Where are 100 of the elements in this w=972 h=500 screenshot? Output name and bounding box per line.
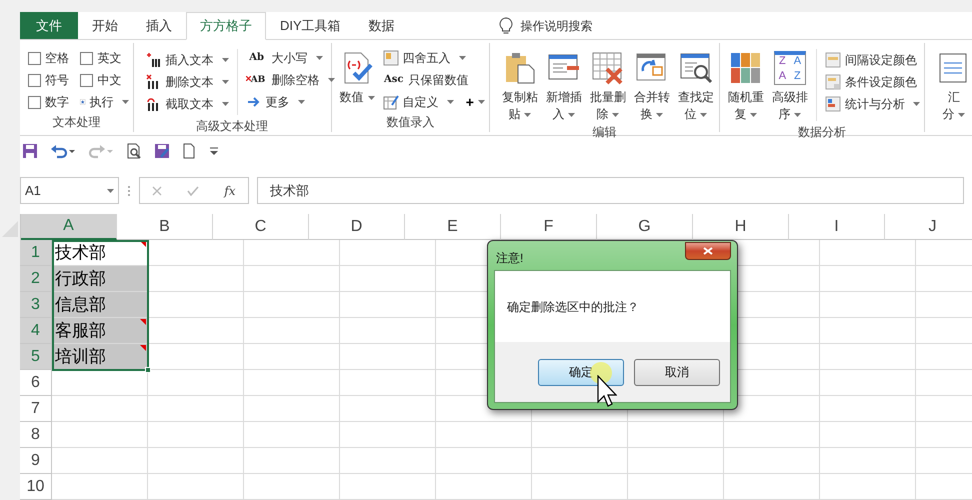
checkbox[interactable] xyxy=(28,52,41,65)
column-header[interactable]: A xyxy=(21,214,117,240)
row-header[interactable]: 7 xyxy=(20,396,52,422)
formula-input[interactable]: 技术部 xyxy=(257,177,964,204)
group-label: 文本处理 xyxy=(51,114,102,132)
ribbon-button[interactable]: 随机重 复 xyxy=(724,47,768,124)
caret-icon xyxy=(458,56,466,60)
tell-me-search[interactable]: 操作说明搜索 xyxy=(520,16,593,35)
column-header[interactable]: C xyxy=(213,214,309,240)
caret-icon xyxy=(107,188,114,192)
group-label: 数据分析 xyxy=(796,124,847,142)
ribbon-button[interactable]: Z A A Z 高级排 序 xyxy=(768,47,812,124)
caret-icon xyxy=(316,56,323,60)
ribbon-tab[interactable]: 开始 xyxy=(78,12,132,40)
ribbon-button[interactable]: 合并转 换 xyxy=(630,47,674,124)
ribbon-tab[interactable]: 插入 xyxy=(132,12,186,40)
dialog-title: 注意! xyxy=(495,250,524,267)
ribbon-button[interactable]: 自定义 xyxy=(382,91,454,114)
row-header[interactable]: 2 xyxy=(20,266,52,292)
row-header[interactable]: 5 xyxy=(20,344,52,370)
column-header[interactable]: E xyxy=(405,214,501,240)
document-icon[interactable] xyxy=(182,143,196,160)
column-header[interactable]: G xyxy=(597,214,693,240)
checkbox-option[interactable]: 空格 xyxy=(28,47,76,70)
caret-icon xyxy=(446,100,454,104)
caret-icon xyxy=(656,112,664,117)
ribbon-button[interactable]: AB 删除空格 xyxy=(246,69,335,92)
caret-icon xyxy=(750,112,758,117)
caret-icon xyxy=(524,112,532,117)
checkbox-option[interactable]: 数字 xyxy=(28,91,76,114)
ribbon-button[interactable]: 数值 xyxy=(336,47,379,114)
ribbon-button[interactable]: Asc 只保留数值 xyxy=(382,69,485,92)
ribbon-button[interactable]: 条件设定颜色 xyxy=(824,71,920,94)
search-icon xyxy=(678,51,713,86)
row-header[interactable]: 6 xyxy=(20,370,52,396)
checkbox-option[interactable]: 中文 xyxy=(80,69,129,92)
column-header[interactable]: D xyxy=(309,214,405,240)
grid-delete-icon xyxy=(590,51,625,86)
save-icon[interactable] xyxy=(22,143,38,160)
column-header[interactable]: H xyxy=(693,214,789,240)
ribbon-button[interactable]: 删除文本 xyxy=(146,71,229,94)
checkbox[interactable] xyxy=(28,74,41,87)
add-button[interactable]: + xyxy=(466,92,485,113)
ribbon-button[interactable]: 间隔设定颜色 xyxy=(824,49,920,72)
column-header[interactable]: I xyxy=(789,214,885,240)
group-label: 高级文本处理 xyxy=(195,118,270,136)
close-button[interactable] xyxy=(685,242,731,260)
checkbox-option[interactable]: 符号 xyxy=(28,69,76,92)
letters-icon: Asc xyxy=(382,75,405,86)
caret-icon xyxy=(328,78,335,82)
ribbon-button[interactable]: 批量删 除 xyxy=(586,47,630,124)
caret-icon xyxy=(298,100,305,104)
name-box[interactable]: A1 xyxy=(20,177,119,204)
insert-function-button[interactable]: fx xyxy=(224,182,236,200)
grid-icon xyxy=(382,50,399,66)
ribbon-button[interactable]: 插入文本 xyxy=(146,49,229,72)
row-header[interactable]: 3 xyxy=(20,292,52,318)
row-header[interactable]: 8 xyxy=(20,422,52,448)
ribbon-button[interactable]: 汇 分 xyxy=(932,47,972,132)
execute-button[interactable]: 执行 xyxy=(80,91,129,114)
ribbon-tab[interactable]: 方方格子 xyxy=(186,12,266,40)
caret-icon xyxy=(958,112,966,117)
undo-icon[interactable] xyxy=(50,143,76,160)
caret-icon xyxy=(794,112,802,117)
ribbon-button[interactable]: 复制粘 贴 xyxy=(498,47,542,124)
row-header[interactable]: 10 xyxy=(20,474,52,500)
ribbon-button[interactable]: 新增插 入 xyxy=(542,47,586,124)
sort-letters-icon: Z A A Z xyxy=(774,51,806,86)
column-header[interactable]: B xyxy=(117,214,213,240)
color-grid-icon xyxy=(728,51,763,86)
caret-icon xyxy=(368,96,375,100)
ribbon-button[interactable]: Ab 大小写 xyxy=(246,47,335,70)
table-cell: 客服部 xyxy=(52,318,148,344)
ribbon-button[interactable]: 查找定 位 xyxy=(674,47,718,124)
ribbon-button[interactable]: 更多 xyxy=(246,91,335,114)
column-header[interactable]: F xyxy=(501,214,597,240)
row-header[interactable]: 4 xyxy=(20,318,52,344)
ribbon-tab[interactable]: 数据 xyxy=(354,12,409,40)
checkbox-option[interactable]: 英文 xyxy=(80,47,129,70)
cell-reference: A1 xyxy=(25,182,41,200)
file-tab[interactable]: 文件 xyxy=(20,12,78,40)
dialog-button[interactable]: 取消 xyxy=(634,358,720,386)
text-insert-icon xyxy=(146,52,162,68)
ribbon-button[interactable]: 统计与分析 xyxy=(824,93,920,116)
save-edit-icon[interactable] xyxy=(154,143,170,160)
caret-icon xyxy=(612,112,620,117)
letters-icon: Ab xyxy=(246,53,268,64)
ribbon-tab[interactable]: DIY工具箱 xyxy=(266,12,355,40)
checkbox[interactable] xyxy=(28,96,41,109)
checkbox[interactable] xyxy=(80,74,94,87)
row-header[interactable]: 9 xyxy=(20,448,52,474)
caret-icon xyxy=(912,102,920,106)
row-header[interactable]: 1 xyxy=(20,240,52,266)
ribbon-button[interactable]: 四舍五入 xyxy=(382,47,485,70)
check-icon[interactable] xyxy=(187,186,200,196)
group-label: 编辑 xyxy=(591,124,618,142)
dialog-message: 确定删除选区中的批注？ xyxy=(507,298,639,316)
print-preview-icon[interactable] xyxy=(126,143,142,160)
checkbox[interactable] xyxy=(80,52,94,65)
ribbon-button[interactable]: 截取文本 xyxy=(146,93,229,116)
